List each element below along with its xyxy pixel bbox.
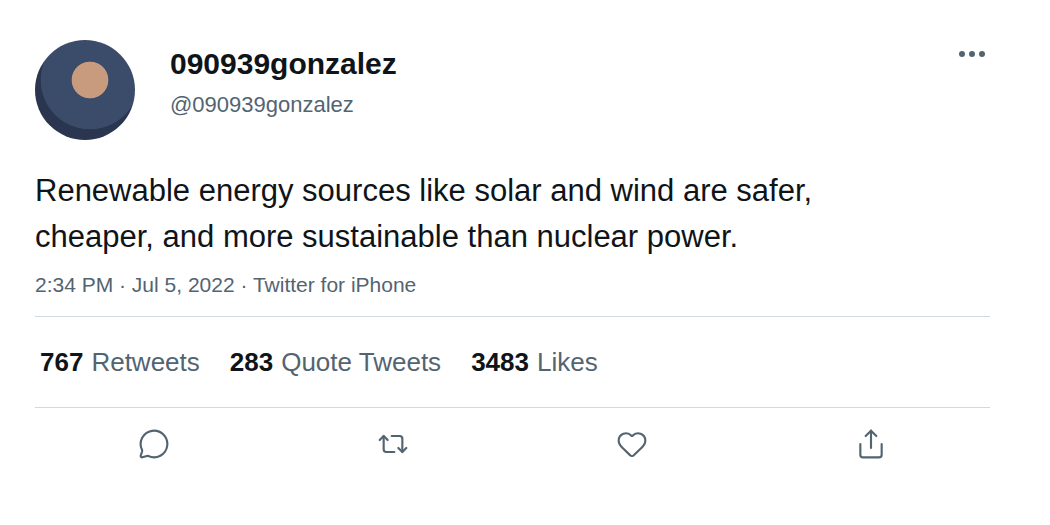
more-icon [958, 50, 986, 58]
reply-button[interactable] [132, 422, 176, 466]
author-name[interactable]: 090939gonzalez [170, 46, 397, 82]
retweet-button[interactable] [371, 422, 415, 466]
stats-bar: 767 Retweets 283 Quote Tweets 3483 Likes [35, 316, 990, 408]
heart-icon [616, 428, 648, 460]
stat-label: Retweets [91, 347, 199, 378]
stat-label: Quote Tweets [281, 347, 441, 378]
share-icon [855, 428, 887, 460]
tweet-page: 090939gonzalez @090939gonzalez Renewable e… [0, 0, 1050, 525]
stat-item[interactable]: 767 Retweets [40, 347, 200, 378]
stat-count: 3483 [471, 347, 529, 378]
tweet-header: 090939gonzalez @090939gonzalez [35, 40, 990, 140]
author-handle[interactable]: @090939gonzalez [170, 92, 397, 118]
tweet-text: Renewable energy sources like solar and … [35, 168, 875, 260]
retweet-icon [377, 428, 409, 460]
stat-count: 767 [40, 347, 83, 378]
tweet-meta: 2:34 PM · Jul 5, 2022 · Twitter for iPho… [35, 270, 990, 300]
share-button[interactable] [849, 422, 893, 466]
stat-count: 283 [230, 347, 273, 378]
stat-item[interactable]: 283 Quote Tweets [230, 347, 441, 378]
actions-bar [35, 408, 990, 480]
author-info: 090939gonzalez @090939gonzalez [170, 40, 397, 118]
like-button[interactable] [610, 422, 654, 466]
reply-icon [138, 428, 170, 460]
stat-item[interactable]: 3483 Likes [471, 347, 598, 378]
more-button[interactable] [954, 46, 990, 62]
avatar-image[interactable] [35, 40, 135, 140]
stat-label: Likes [537, 347, 598, 378]
